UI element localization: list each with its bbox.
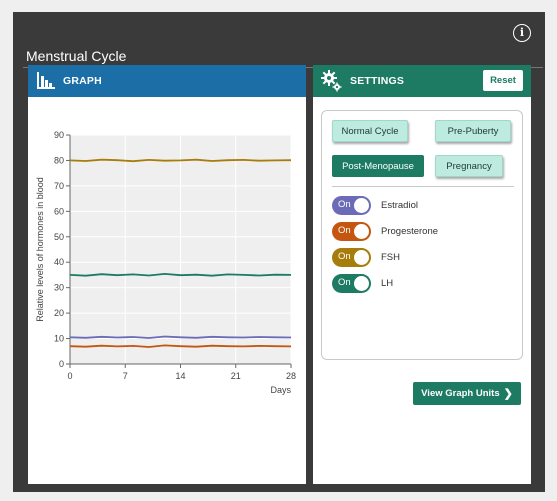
preset-normal-cycle-button[interactable]: Normal Cycle — [332, 120, 408, 142]
x-tick-label: 7 — [123, 371, 128, 381]
x-tick-label: 21 — [231, 371, 241, 381]
preset-pre-puberty-button[interactable]: Pre-Puberty — [435, 120, 511, 142]
graph-panel-header: GRAPH — [28, 65, 306, 97]
toggle-state-label: On — [338, 250, 351, 262]
bar-chart-icon — [37, 72, 55, 89]
toggle-knob — [354, 249, 369, 265]
chevron-right-icon: ❯ — [503, 388, 513, 400]
graph-panel-title: GRAPH — [63, 75, 102, 87]
toggle-label-fsh: FSH — [381, 251, 400, 263]
graph-panel: GRAPH 0 10 20 30 40 50 60 70 80 90 0 7 14 21 28 Days Rel… — [28, 65, 306, 484]
x-tick-label: 0 — [67, 371, 72, 381]
x-tick-label: 28 — [286, 371, 296, 381]
settings-box: Normal Cycle Pre-Puberty Post-Menopause … — [321, 110, 523, 360]
view-graph-units-label: View Graph Units — [421, 388, 500, 399]
x-axis-label: Days — [270, 385, 291, 395]
y-tick-label: 70 — [54, 181, 64, 191]
toggle-row-estradiol: On Estradiol — [332, 195, 418, 215]
preset-pregnancy-button[interactable]: Pregnancy — [435, 155, 503, 177]
settings-panel-title: SETTINGS — [350, 75, 405, 87]
y-tick-label: 60 — [54, 206, 64, 216]
y-tick-label: 50 — [54, 232, 64, 242]
preset-post-menopause-button[interactable]: Post-Menopause — [332, 155, 424, 177]
view-graph-units-button[interactable]: View Graph Units ❯ — [413, 382, 521, 405]
toggle-state-label: On — [338, 276, 351, 288]
hormone-chart: 0 10 20 30 40 50 60 70 80 90 0 7 14 21 28 Days Relative … — [35, 130, 296, 395]
y-tick-label: 20 — [54, 308, 64, 318]
y-tick-label: 0 — [59, 359, 64, 369]
y-tick-label: 40 — [54, 257, 64, 267]
settings-panel: SETTINGS Reset Normal Cycle Pre-Puberty … — [313, 65, 531, 484]
toggle-row-fsh: On FSH — [332, 247, 400, 267]
y-tick-label: 10 — [54, 334, 64, 344]
estradiol-toggle[interactable]: On — [332, 195, 371, 215]
app-frame: i Menstrual Cycle GRAPH 0 10 20 30 40 50 60 70 8… — [13, 12, 545, 492]
toggle-label-progesterone: Progesterone — [381, 225, 439, 237]
y-tick-label: 30 — [54, 283, 64, 293]
fsh-toggle[interactable]: On — [332, 247, 371, 267]
info-icon[interactable]: i — [513, 24, 531, 42]
toggle-knob — [354, 197, 369, 213]
settings-divider — [332, 186, 514, 187]
y-tick-label: 90 — [54, 130, 64, 140]
settings-panel-header: SETTINGS Reset — [313, 65, 531, 97]
gears-icon — [321, 70, 342, 92]
toggle-state-label: On — [338, 224, 351, 236]
toggle-knob — [354, 275, 369, 291]
toggle-row-progesterone: On Progesterone — [332, 221, 438, 241]
toggle-knob — [354, 223, 369, 239]
toggle-state-label: On — [338, 198, 351, 210]
toggle-label-lh: LH — [381, 277, 394, 289]
progesterone-toggle[interactable]: On — [332, 221, 371, 241]
x-tick-label: 14 — [175, 371, 185, 381]
toggle-label-estradiol: Estradiol — [381, 199, 418, 211]
lh-toggle[interactable]: On — [332, 273, 371, 293]
y-tick-label: 80 — [54, 155, 64, 165]
reset-button[interactable]: Reset — [483, 70, 523, 91]
page-title: Menstrual Cycle — [26, 48, 127, 64]
y-axis-label: Relative levels of hormones in blood — [35, 177, 45, 322]
toggle-row-lh: On LH — [332, 273, 393, 293]
